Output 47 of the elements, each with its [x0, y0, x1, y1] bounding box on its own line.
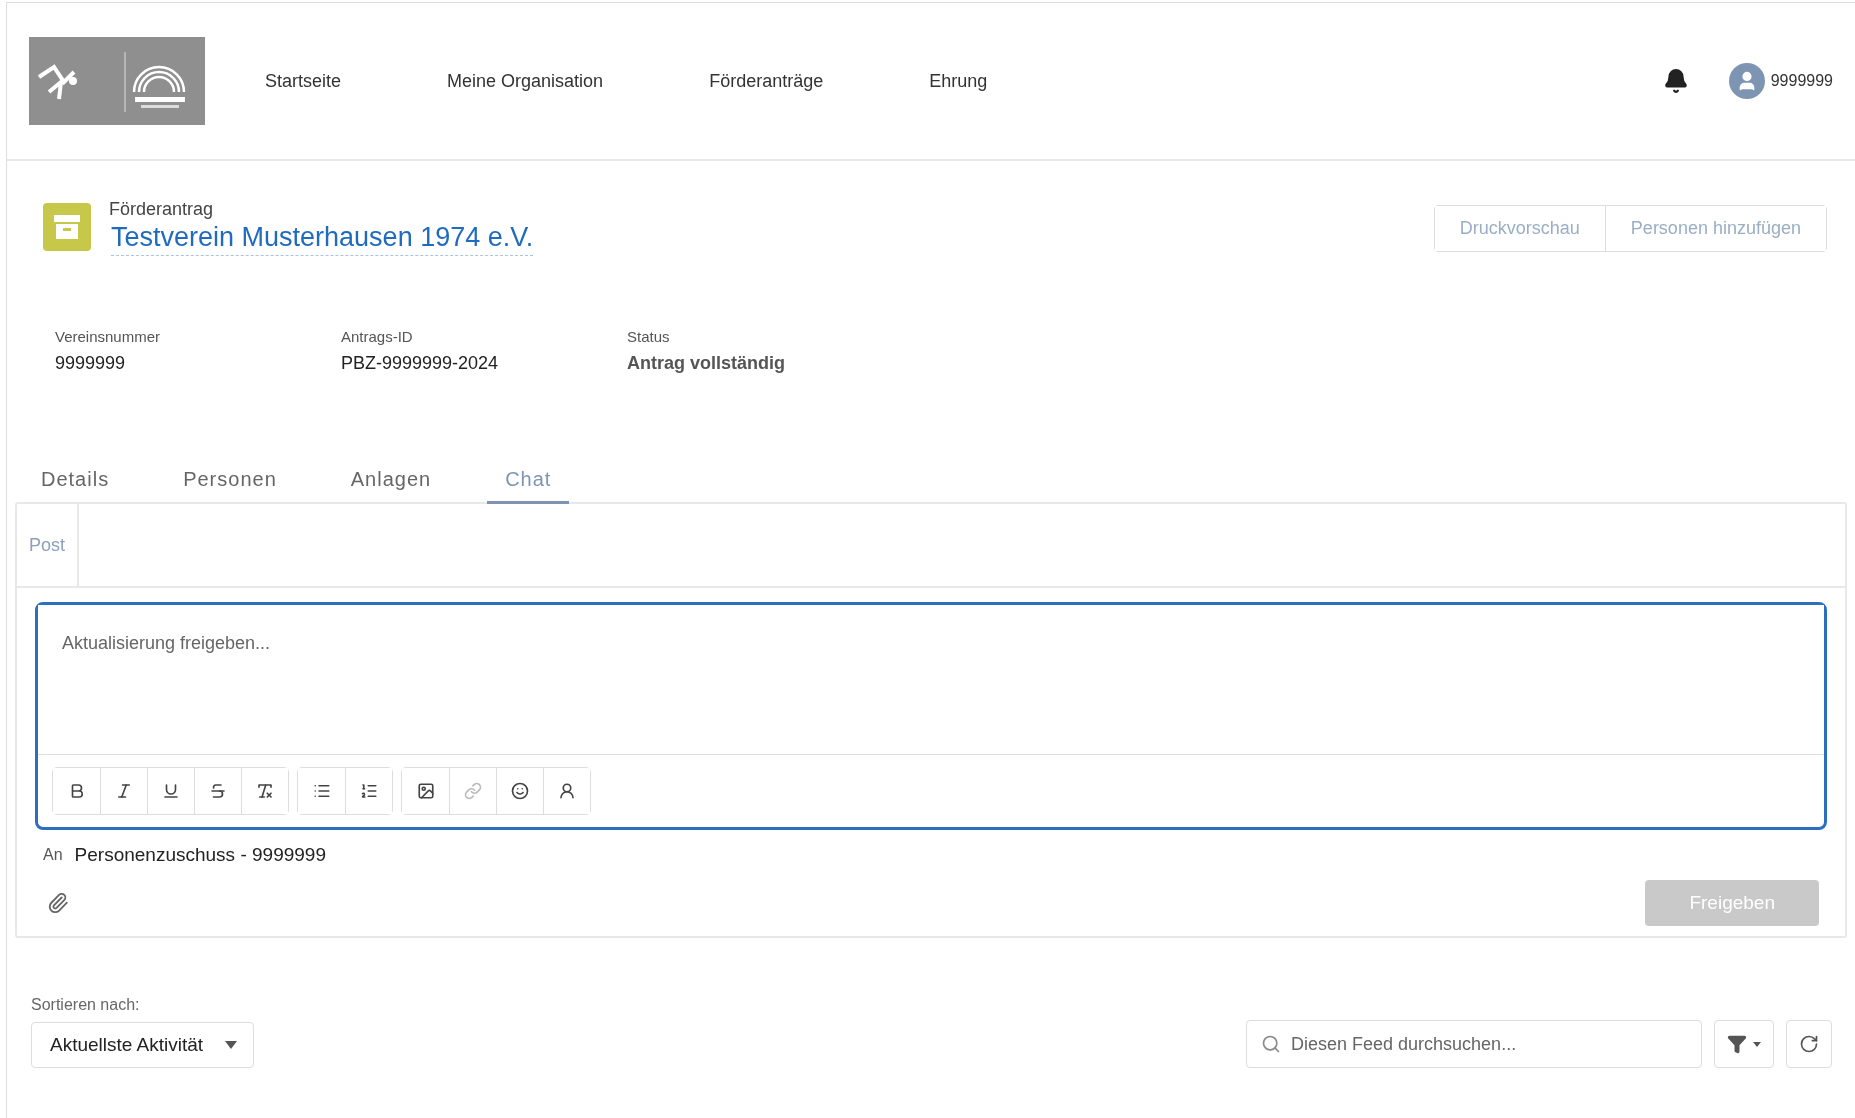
field-value: 9999999	[55, 353, 127, 374]
dropdown-caret-icon	[225, 1041, 238, 1049]
caret-icon	[1753, 1041, 1761, 1047]
field-value: PBZ-9999999-2024	[341, 353, 500, 374]
post-input-field[interactable]: Aktualisierung freigeben...	[35, 602, 1827, 830]
recipient-value: Personenzuschuss - 9999999	[74, 844, 326, 866]
filter-icon	[1727, 1034, 1747, 1054]
tab[interactable]: Anlagen	[332, 468, 450, 504]
underline-icon	[162, 782, 180, 800]
tab[interactable]: Personen	[165, 468, 295, 504]
nav-link[interactable]: Meine Organisation	[447, 70, 604, 92]
tab[interactable]: Details	[41, 468, 128, 504]
record-type-icon	[43, 203, 91, 251]
record-title: Testverein Musterhausen 1974 e.V.	[111, 222, 534, 256]
sort-dropdown[interactable]: Aktuellste Aktivität	[31, 1022, 255, 1068]
numbered-list-button[interactable]	[345, 768, 392, 814]
refresh-button[interactable]	[1786, 1020, 1832, 1068]
filter-button[interactable]	[1714, 1020, 1774, 1068]
notification-bell-icon[interactable]	[1662, 68, 1689, 94]
bullet-list-icon	[312, 782, 331, 800]
feed-search-field[interactable]: Diesen Feed durchsuchen...	[1246, 1020, 1702, 1068]
field-label: Vereinsnummer	[55, 328, 162, 345]
recipient-label: An	[43, 846, 63, 864]
search-icon	[1261, 1034, 1281, 1054]
refresh-icon	[1799, 1034, 1819, 1054]
strikethrough-icon	[209, 782, 227, 800]
field-value: Antrag vollständig	[627, 353, 786, 374]
clear-format-button[interactable]	[241, 768, 288, 814]
avatar-icon[interactable]	[1728, 63, 1765, 99]
image-icon	[416, 782, 435, 800]
link-icon	[464, 782, 482, 800]
field-label: Antrags-ID	[341, 328, 414, 345]
attach-icon[interactable]	[47, 892, 69, 914]
person-button[interactable]	[543, 768, 590, 814]
field-label: Status	[627, 328, 671, 345]
tab[interactable]: Chat	[487, 468, 570, 504]
nav-link[interactable]: Förderanträge	[709, 70, 824, 92]
sort-label: Sortieren nach:	[31, 996, 141, 1014]
italic-icon	[115, 782, 133, 800]
nav-link[interactable]: Ehrung	[929, 70, 988, 92]
person-icon	[558, 782, 576, 800]
nav-link[interactable]: Startseite	[265, 70, 342, 92]
record-type-label: Förderantrag	[109, 199, 215, 220]
emoji-icon	[511, 782, 529, 800]
user-name[interactable]: 9999999	[1770, 72, 1833, 90]
numbered-list-icon	[360, 782, 378, 800]
clear-format-icon	[256, 782, 274, 800]
